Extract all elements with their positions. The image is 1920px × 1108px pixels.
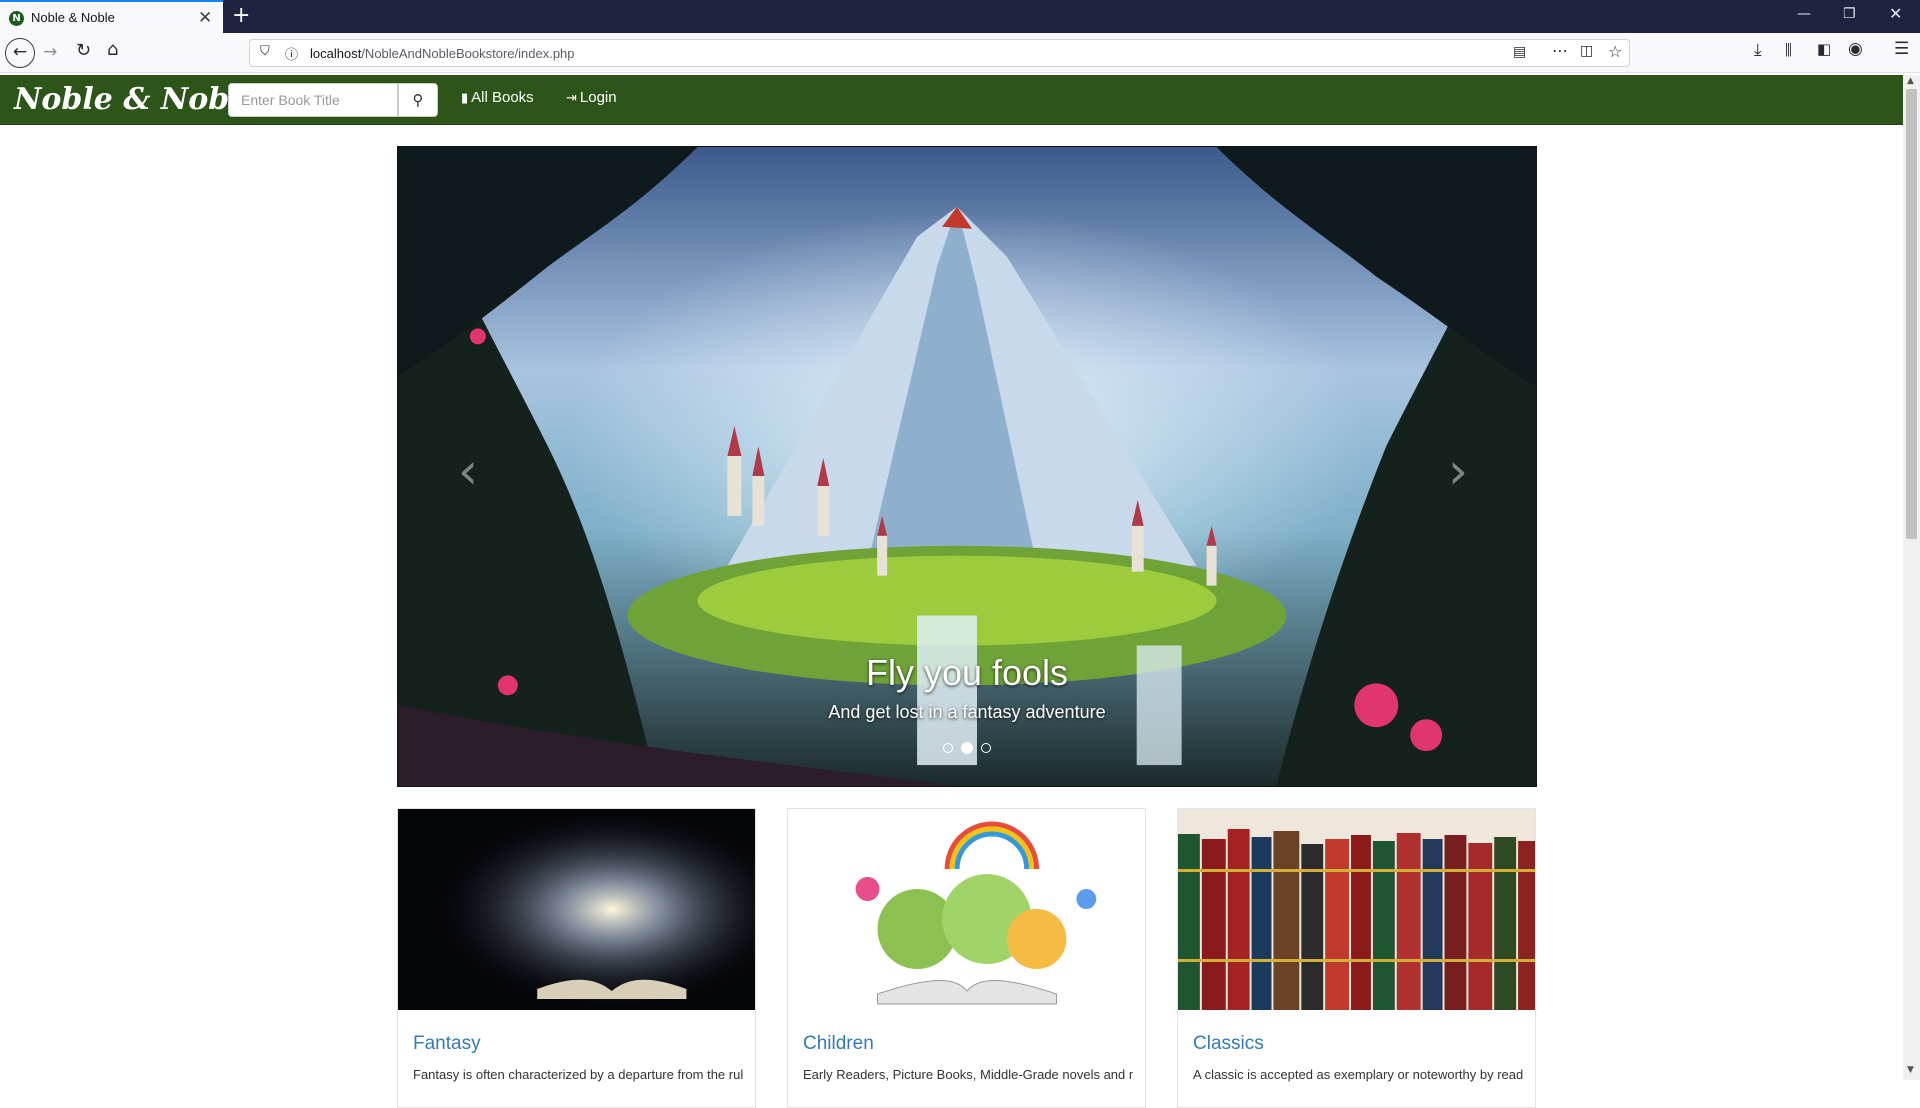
card-title[interactable]: Fantasy [413, 1033, 481, 1055]
menu-icon[interactable]: ☰ [1894, 39, 1909, 59]
book-search-input[interactable] [228, 83, 398, 117]
carousel-dot[interactable] [981, 742, 992, 753]
reload-icon[interactable]: ↻ [76, 40, 91, 61]
carousel-indicators [398, 739, 1536, 757]
classic-books-image [1178, 809, 1535, 1010]
login-label: Login [579, 89, 617, 106]
scroll-up-arrow-icon[interactable]: ▲ [1907, 76, 1914, 86]
site-navbar: Noble & Noble ⚲ ▮All Books ⇥Login [0, 75, 1903, 125]
restore-window-icon[interactable]: ❐ [1843, 6, 1856, 22]
url-host: localhost [310, 46, 362, 61]
site-brand[interactable]: Noble & Noble [14, 82, 260, 117]
reader-icon[interactable]: ▤ [1513, 44, 1526, 60]
card-title[interactable]: Children [803, 1033, 874, 1055]
scroll-down-arrow-icon[interactable]: ▼ [1907, 1065, 1914, 1075]
all-books-link[interactable]: ▮ All Books [461, 89, 534, 106]
carousel-dot-active[interactable] [961, 741, 973, 754]
category-card-children[interactable]: Children Early Readers, Picture Books, M… [787, 808, 1146, 1108]
page-scrollbar[interactable]: ▲ ▼ [1903, 75, 1920, 1080]
pocket-icon[interactable]: ◫ [1580, 43, 1593, 59]
close-window-icon[interactable]: ✕ [1889, 4, 1902, 23]
carousel-next-icon[interactable]: › [1448, 442, 1468, 500]
new-tab-icon[interactable]: + [232, 3, 250, 28]
carousel-caption: Fly you fools And get lost in a fantasy … [398, 652, 1536, 723]
carousel-dot[interactable] [942, 742, 953, 753]
site-favicon-icon: N [9, 11, 24, 26]
download-icon[interactable]: ⤓ [1754, 40, 1762, 60]
minimize-window-icon[interactable]: — [1797, 6, 1811, 22]
back-icon[interactable]: ← [5, 38, 35, 68]
scrollbar-thumb[interactable] [1906, 89, 1917, 539]
account-icon[interactable]: ◉ [1848, 39, 1863, 59]
carousel-subtitle: And get lost in a fantasy adventure [828, 702, 1106, 722]
forward-icon[interactable]: → [43, 42, 57, 62]
magic-book-image [398, 809, 755, 1010]
bookmark-star-icon[interactable]: ☆ [1608, 42, 1622, 61]
shield-icon[interactable]: ⛉ [260, 44, 270, 59]
carousel-title: Fly you fools [865, 652, 1069, 693]
login-link[interactable]: ⇥ Login [566, 89, 617, 106]
browser-toolbar: ← → ↻ ⌂ ⛉ ⓘ localhost/NobleAndNobleBooks… [0, 33, 1920, 73]
all-books-label: All Books [471, 89, 534, 106]
url-text[interactable]: localhost/NobleAndNobleBookstore/index.p… [310, 46, 575, 61]
tab-title: Noble & Noble [31, 10, 115, 25]
category-card-fantasy[interactable]: Fantasy Fantasy is often characterized b… [397, 808, 756, 1108]
search-icon: ⚲ [412, 91, 424, 109]
browser-tab[interactable]: N Noble & Noble ✕ [0, 0, 223, 33]
carousel-prev-icon[interactable]: ‹ [458, 442, 478, 500]
info-icon[interactable]: ⓘ [285, 44, 298, 63]
more-icon[interactable]: ⋯ [1552, 41, 1568, 60]
book-icon: ▮ [461, 91, 469, 106]
browser-tab-bar: N Noble & Noble ✕ + — ❐ ✕ [0, 0, 1920, 33]
sidebar-icon[interactable]: ◧ [1817, 40, 1831, 58]
login-icon: ⇥ [566, 91, 577, 106]
hero-carousel[interactable]: ‹ › Fly you fools And get lost in a fant… [397, 146, 1537, 787]
pop-up-book-image [788, 809, 1145, 1010]
url-path: /NobleAndNobleBookstore/index.php [361, 46, 575, 61]
home-icon[interactable]: ⌂ [107, 39, 118, 60]
url-bar[interactable]: ⛉ ⓘ localhost/NobleAndNobleBookstore/ind… [249, 39, 1630, 67]
library-icon[interactable]: ⫼ [1785, 41, 1792, 59]
card-title[interactable]: Classics [1193, 1033, 1264, 1055]
search-button[interactable]: ⚲ [398, 83, 438, 117]
close-tab-icon[interactable]: ✕ [198, 8, 212, 28]
category-card-classics[interactable]: Classics A classic is accepted as exempl… [1177, 808, 1536, 1108]
